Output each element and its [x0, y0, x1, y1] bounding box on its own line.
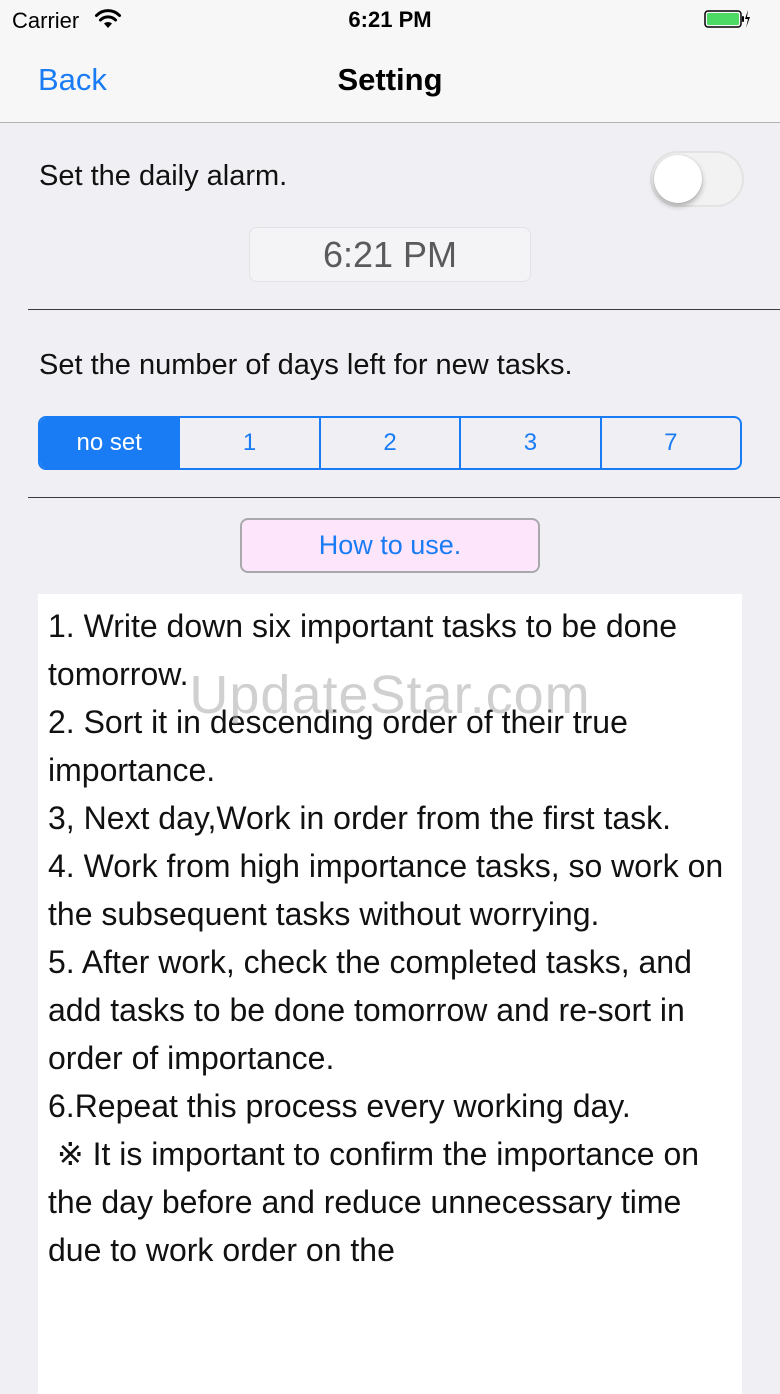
days-left-segmented-control: no set 1 2 3 7 — [38, 416, 742, 470]
segment-7[interactable]: 7 — [599, 418, 740, 468]
battery-charging-icon — [704, 10, 750, 28]
status-time: 6:21 PM — [348, 7, 432, 32]
divider — [28, 309, 780, 310]
toggle-knob — [654, 155, 702, 203]
back-button[interactable]: Back — [38, 62, 107, 98]
how-to-use-button[interactable]: How to use. — [240, 518, 540, 573]
segment-no-set[interactable]: no set — [40, 418, 179, 468]
daily-alarm-label: Set the daily alarm. — [39, 160, 288, 192]
days-left-label: Set the number of days left for new task… — [39, 349, 573, 381]
segment-3[interactable]: 3 — [459, 418, 599, 468]
how-to-use-text: 1. Write down six important tasks to be … — [48, 608, 724, 1268]
navigation-bar: Back Setting — [0, 40, 780, 123]
how-to-use-text-view[interactable]: 1. Write down six important tasks to be … — [38, 594, 742, 1394]
status-bar: Carrier 6:21 PM — [0, 0, 780, 40]
daily-alarm-toggle[interactable] — [650, 151, 744, 207]
divider — [28, 497, 780, 498]
page-title: Setting — [337, 62, 443, 97]
alarm-time-picker[interactable]: 6:21 PM — [249, 227, 531, 282]
segment-1[interactable]: 1 — [178, 418, 318, 468]
segment-2[interactable]: 2 — [318, 418, 459, 468]
